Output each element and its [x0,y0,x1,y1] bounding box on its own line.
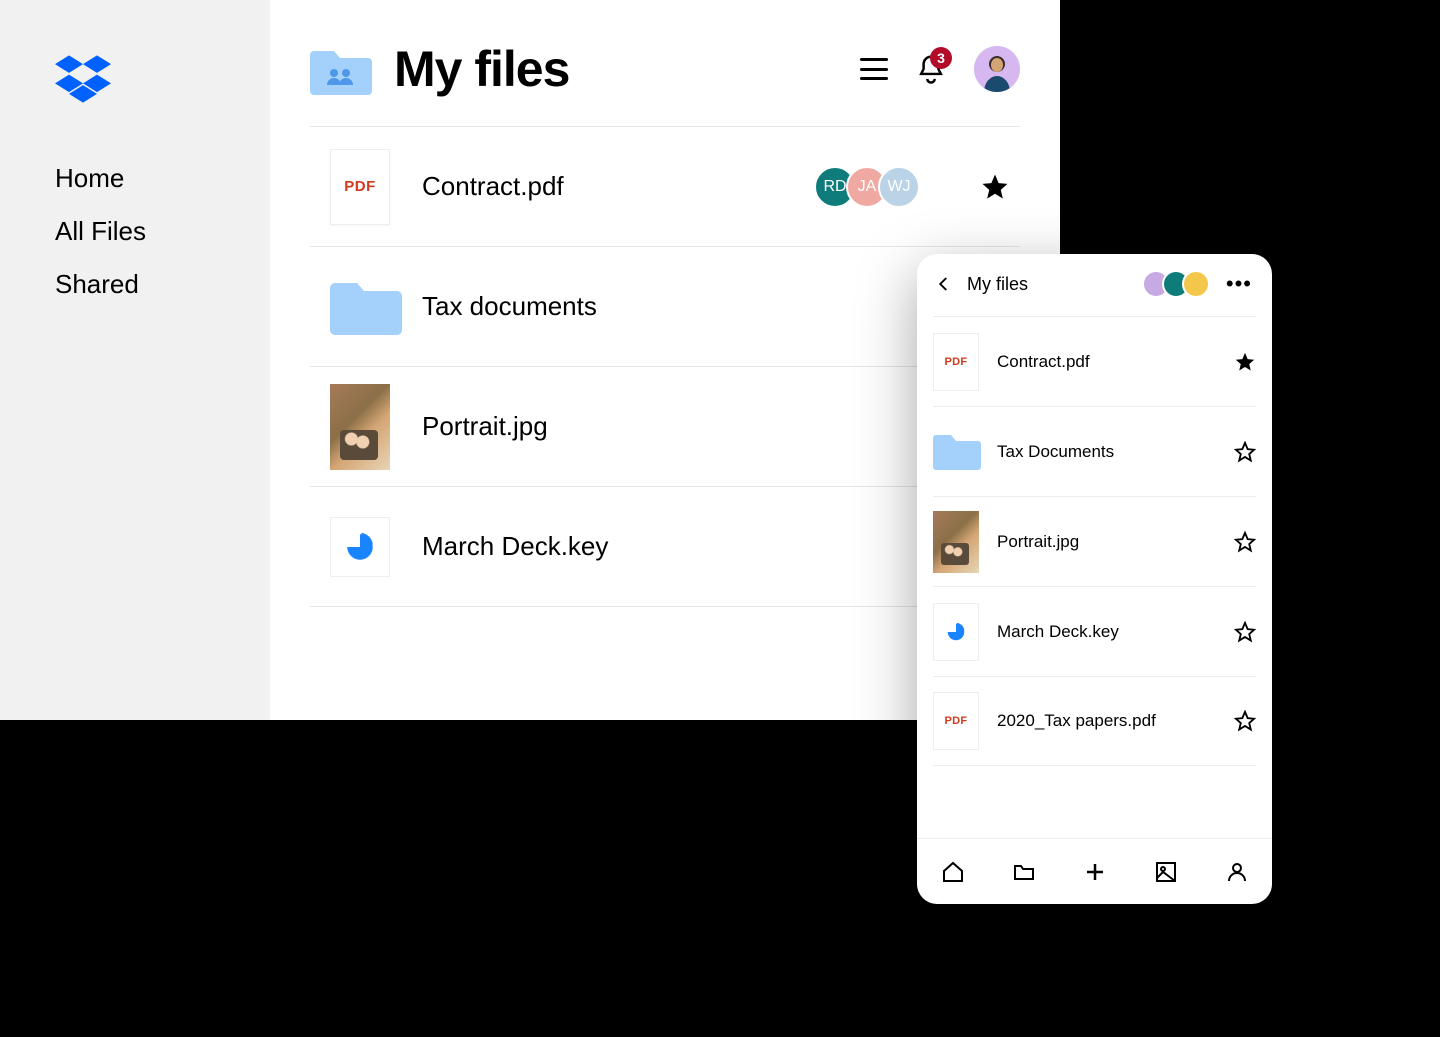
pdf-file-icon: PDF [330,149,390,225]
star-outline-icon[interactable] [1234,441,1256,463]
presentation-file-icon [330,517,390,577]
image-thumbnail [330,384,390,470]
file-name: Contract.pdf [997,352,1234,372]
file-row[interactable]: March Deck.key [933,586,1256,676]
mobile-shared-avatars[interactable] [1142,270,1210,298]
file-row[interactable]: Portrait.jpg [933,496,1256,586]
folder-icon [933,432,981,472]
folder-icon [330,277,402,337]
main-header: My files 3 [310,40,1020,126]
shared-with-avatars[interactable]: RD JA WJ [814,166,920,208]
sidebar: Home All Files Shared [0,0,270,720]
presentation-file-icon [933,603,979,661]
nav-account-icon[interactable] [1223,858,1251,886]
file-row[interactable]: Portrait.jpg [310,367,1020,487]
file-row[interactable]: Tax documents [310,247,1020,367]
file-name: Contract.pdf [422,171,814,202]
file-name: 2020_Tax papers.pdf [997,711,1234,731]
notifications-button[interactable]: 3 [916,53,946,85]
file-row[interactable]: PDF Contract.pdf [933,316,1256,406]
page-title: My files [394,40,569,98]
mobile-title: My files [967,274,1130,295]
file-name: Portrait.jpg [997,532,1234,552]
shared-folder-icon [310,43,372,95]
back-button[interactable] [933,275,955,293]
title-group: My files [310,40,569,98]
pdf-file-icon: PDF [933,692,979,750]
nav-photos-icon[interactable] [1152,858,1180,886]
image-thumbnail [933,511,979,573]
star-outline-icon[interactable] [1234,531,1256,553]
star-outline-icon[interactable] [1234,621,1256,643]
pdf-file-icon: PDF [933,333,979,391]
dropbox-logo-icon[interactable] [55,55,270,103]
avatar-initials: WJ [878,166,920,208]
desktop-window: Home All Files Shared My files [0,0,1060,720]
file-row[interactable]: PDF 2020_Tax papers.pdf [933,676,1256,766]
star-outline-icon[interactable] [1234,710,1256,732]
user-avatar[interactable] [974,46,1020,92]
menu-icon[interactable] [860,58,888,80]
notification-badge: 3 [930,47,952,69]
file-row[interactable]: Tax Documents [933,406,1256,496]
sidebar-item-shared[interactable]: Shared [55,269,270,300]
file-name: Tax Documents [997,442,1234,462]
mobile-header: My files ••• [917,254,1272,316]
file-name: March Deck.key [997,622,1234,642]
nav-add-icon[interactable] [1081,858,1109,886]
mobile-file-list: PDF Contract.pdf Tax Documents Portrait.… [917,316,1272,838]
nav-home-icon[interactable] [939,858,967,886]
avatar [1182,270,1210,298]
star-icon[interactable] [980,172,1010,202]
mobile-bottom-nav [917,838,1272,904]
more-options-icon[interactable]: ••• [1222,271,1256,297]
header-actions: 3 [860,46,1020,92]
sidebar-item-all-files[interactable]: All Files [55,216,270,247]
file-list: PDF Contract.pdf RD JA WJ [310,126,1020,607]
sidebar-item-home[interactable]: Home [55,163,270,194]
mobile-window: My files ••• PDF Contract.pdf Tax Docume… [917,254,1272,904]
star-icon[interactable] [1234,351,1256,373]
file-row[interactable]: PDF Contract.pdf RD JA WJ [310,127,1020,247]
nav-folder-icon[interactable] [1010,858,1038,886]
file-row[interactable]: March Deck.key [310,487,1020,607]
